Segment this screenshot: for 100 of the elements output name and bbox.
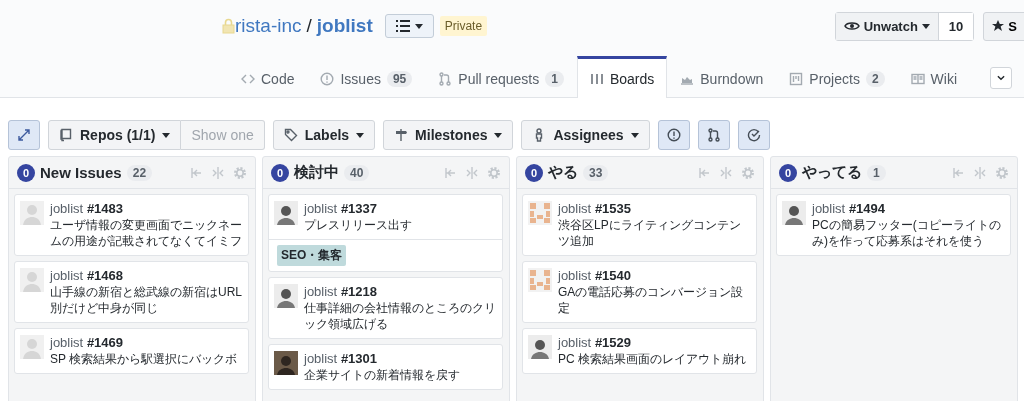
issue-card[interactable]: joblist #1301 企業サイトの新着情報を戻す: [268, 344, 503, 390]
filter-dropdown-button[interactable]: Labels: [272, 120, 376, 150]
collapse-icon: [973, 165, 987, 180]
issue-reference[interactable]: joblist #1337: [304, 201, 497, 217]
filter-toggle-button[interactable]: [697, 120, 730, 150]
caret-icon: [630, 132, 639, 138]
pin-icon: [697, 165, 711, 180]
milestone-icon: [746, 128, 761, 142]
issue-title: SP 検索結果から駅選択にバックボ: [50, 351, 239, 367]
column-badge: 0: [525, 163, 543, 182]
pin-icon: [189, 165, 203, 180]
unwatch-button[interactable]: Unwatch: [835, 12, 939, 40]
tab-label: Burndown: [700, 71, 764, 87]
issue-card[interactable]: joblist #1468 山手線の新宿と総武線の新宿はURL別だけど中身が同じ: [14, 261, 249, 323]
tab-counter: 1: [545, 71, 564, 87]
collapse-icon: [465, 165, 479, 180]
issue-reference[interactable]: joblist #1529: [558, 335, 751, 351]
identicon-avatar-icon: [528, 201, 552, 225]
avatar-silhouette-icon: [528, 335, 552, 359]
filter-toggle-button[interactable]: [737, 120, 770, 150]
issue-reference[interactable]: joblist #1494: [812, 201, 1005, 217]
avatar-placeholder-icon: [20, 268, 44, 292]
collapse-icon: [719, 165, 733, 180]
column-counter: 40: [344, 164, 370, 181]
issue-card[interactable]: joblist #1469 SP 検索結果から駅選択にバックボ: [14, 328, 249, 374]
nav-tab[interactable]: Wiki: [897, 59, 971, 98]
list-icon: [395, 20, 410, 32]
fullscreen-button[interactable]: [8, 120, 40, 150]
column-title: New Issues: [40, 164, 122, 181]
column-title: やってる: [802, 163, 862, 182]
column-counter: 1: [867, 164, 886, 181]
issue-card[interactable]: joblist #1529 PC 検索結果画面のレイアウト崩れ: [522, 328, 757, 374]
issue-card[interactable]: joblist #1494 PCの簡易フッター(コピーライトのみ)を作って応募系はそれを使う: [776, 194, 1011, 256]
avatar-placeholder-icon: [20, 201, 44, 225]
issue-card[interactable]: joblist #1483 ユーザ情報の変更画面でニックネームの用途が記載されてなくてイミフ: [14, 194, 249, 256]
repository-icon: [59, 128, 73, 142]
issue-label[interactable]: SEO・集客: [277, 245, 347, 266]
column-title: 検討中: [294, 163, 339, 182]
repos-dropdown-button[interactable]: Repos (1/1): [48, 120, 182, 150]
issue-card[interactable]: joblist #1218 仕事詳細の会社情報のところのクリック領域広げる: [268, 277, 503, 339]
star-icon: [992, 20, 1005, 32]
avatar-placeholder-icon: [20, 335, 44, 359]
collapse-icon: [211, 165, 225, 180]
pin-icon: [951, 165, 965, 180]
issue-reference[interactable]: joblist #1469: [50, 335, 243, 351]
path-separator: /: [306, 15, 312, 37]
filter-dropdown-button[interactable]: Assignees: [521, 120, 650, 150]
more-dropdown-button[interactable]: [990, 67, 1012, 89]
repo-name-link[interactable]: joblist: [316, 15, 373, 37]
pin-icon: [443, 165, 457, 180]
nav-tab[interactable]: Issues 95: [307, 59, 426, 98]
caret-icon: [414, 23, 423, 29]
issue-icon: [666, 128, 681, 142]
caret-icon: [494, 132, 503, 138]
lock-icon: [222, 18, 235, 34]
list-dropdown-button[interactable]: [384, 14, 434, 38]
signpost-icon: [394, 128, 409, 142]
tab-label: Code: [261, 71, 295, 87]
nav-tab[interactable]: Code: [228, 59, 308, 98]
issue-card[interactable]: joblist #1535 渋谷区LPにライティングコンテンツ追加: [522, 194, 757, 256]
filter-dropdown-button[interactable]: Milestones: [383, 120, 514, 150]
code-icon: [241, 72, 255, 86]
column-counter: 33: [583, 164, 609, 181]
expand-icon: [17, 128, 31, 142]
issue-title: 渋谷区LPにライティングコンテンツ追加: [558, 217, 742, 249]
tag-icon: [283, 128, 298, 142]
caret-icon: [921, 23, 930, 29]
nav-tab[interactable]: Projects 2: [776, 59, 898, 98]
avatar-silhouette-icon: [274, 201, 298, 225]
nav-tab[interactable]: Boards: [576, 56, 668, 98]
avatar-silhouette-icon: [782, 201, 806, 225]
private-badge: Private: [439, 16, 488, 36]
issue-title: PC 検索結果画面のレイアウト崩れ: [558, 351, 747, 367]
issue-card[interactable]: joblist #1337 プレスリリース出す SEO・集客: [268, 194, 503, 272]
eye-icon: [843, 20, 860, 32]
watcher-count[interactable]: 10: [938, 12, 974, 40]
avatar-silhouette-icon: [274, 284, 298, 308]
issue-title: 仕事詳細の会社情報のところのクリック領域広げる: [304, 300, 497, 332]
issue-reference[interactable]: joblist #1301: [304, 351, 497, 367]
column-badge: 0: [271, 163, 289, 182]
pull-request-icon: [706, 128, 721, 142]
issue-title: 山手線の新宿と総武線の新宿はURL別だけど中身が同じ: [50, 284, 243, 316]
issue-reference[interactable]: joblist #1218: [304, 284, 497, 300]
issue-reference[interactable]: joblist #1468: [50, 268, 243, 284]
tab-counter: 95: [386, 71, 413, 87]
chevron-down-icon: [997, 75, 1005, 81]
nav-tab[interactable]: Pull requests 1: [425, 59, 577, 98]
issue-card[interactable]: joblist #1540 GAの電話応募のコンバージョン設定: [522, 261, 757, 323]
filter-toggle-button[interactable]: [657, 120, 690, 150]
star-button[interactable]: S: [983, 11, 1024, 41]
nav-tab[interactable]: Burndown: [667, 59, 777, 98]
repo-owner-link[interactable]: rista-inc: [235, 15, 302, 37]
tab-label: Wiki: [930, 71, 958, 87]
issue-title: PCの簡易フッター(コピーライトのみ)を作って応募系はそれを使う: [812, 217, 1002, 249]
issue-reference[interactable]: joblist #1483: [50, 201, 243, 217]
column-title: やる: [548, 163, 578, 182]
issue-reference[interactable]: joblist #1540: [558, 268, 751, 284]
issue-reference[interactable]: joblist #1535: [558, 201, 751, 217]
caret-icon: [162, 132, 171, 138]
issue-title: 企業サイトの新着情報を戻す: [304, 367, 461, 383]
